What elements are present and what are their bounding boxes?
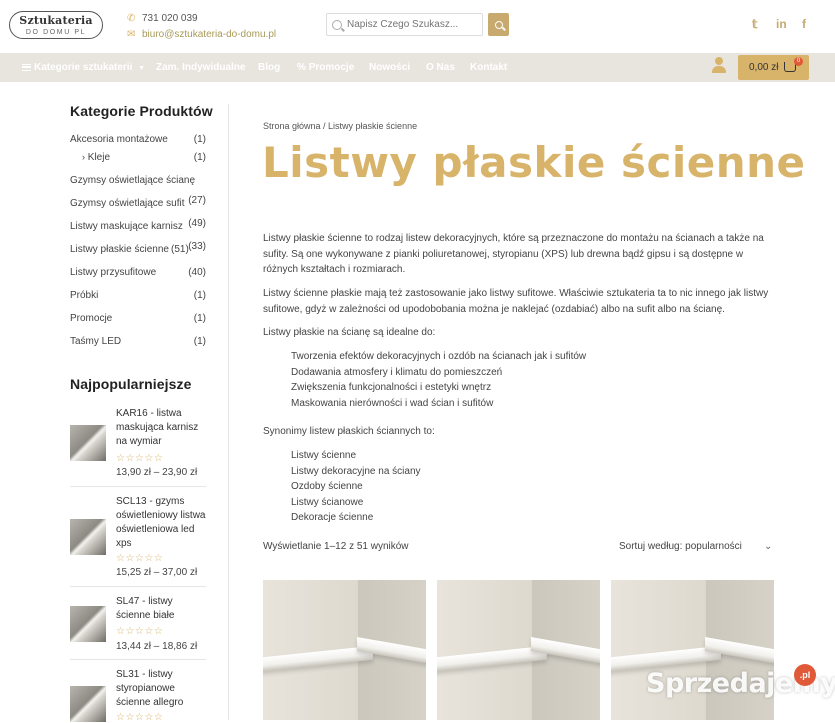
chevron-down-icon: ▼ (138, 65, 146, 72)
cart-total: 0,00 zł (749, 62, 779, 73)
logo-subtext: DO DOMU PL (25, 29, 87, 36)
nav-contact[interactable]: Kontakt (470, 53, 507, 82)
list-item: Dekoracje ścienne (291, 512, 374, 523)
envelope-icon: ✉ (127, 29, 136, 40)
nav-about[interactable]: O Nas (426, 53, 455, 82)
phone-icon: ✆ (127, 13, 136, 24)
sort-select[interactable]: Sortuj według: popularności (619, 541, 742, 552)
email-row[interactable]: ✉ biuro@sztukateria-do-domu.pl (127, 27, 276, 43)
product-thumbnail[interactable] (70, 519, 106, 555)
nav-categories[interactable]: Kategorie sztukaterii ▼ (22, 53, 145, 82)
list-item: Zwiększenia funkcjonalności i estetyki w… (291, 382, 492, 393)
email-address: biuro@sztukateria-do-domu.pl (142, 29, 277, 40)
search-box (326, 13, 483, 36)
list-item: Ozdoby ścienne (291, 481, 363, 492)
sidebar-divider (228, 104, 229, 720)
description-paragraph: Listwy płaskie na ścianę są idealne do: (263, 327, 436, 338)
rating-stars: ☆☆☆☆☆ (116, 712, 164, 723)
category-item[interactable]: Gzymsy oświetlające ścianę (70, 175, 206, 186)
category-item[interactable]: Listwy maskujące karnisz (49) (70, 218, 206, 232)
search-input[interactable] (347, 19, 477, 30)
product-title-link[interactable]: SL47 - listwy ścienne białe (116, 595, 208, 623)
breadcrumb[interactable]: Strona główna / Listwy płaskie ścienne (263, 121, 417, 131)
product-price: 13,44 zł – 18,86 zł (116, 641, 198, 652)
product-thumbnail[interactable] (70, 686, 106, 722)
search-submit-icon (494, 20, 503, 29)
cart-button[interactable]: 0,00 zł 0 (738, 55, 809, 80)
product-title-link[interactable]: SL31 - listwy styropianowe ścienne alleg… (116, 668, 208, 710)
description-paragraph: Listwy ścienne płaskie mają też zastosow… (263, 288, 769, 315)
chevron-down-icon[interactable]: ⌄ (764, 541, 772, 552)
nav-new[interactable]: Nowości (369, 53, 410, 82)
product-thumbnail[interactable] (70, 425, 106, 461)
top-header: Sztukateria DO DOMU PL ✆ 731 020 039 ✉ b… (0, 0, 835, 53)
nav-custom-orders[interactable]: Zam. Indywidualne (156, 53, 245, 82)
popular-heading: Najpopularniejsze (70, 376, 192, 392)
watermark-badge: .pl (794, 664, 816, 686)
category-item-active[interactable]: Listwy płaskie ścienne (51) (33) (70, 241, 206, 255)
linkedin-icon[interactable]: in (776, 17, 787, 31)
category-item[interactable]: Gzymsy oświetlające sufit (27) (70, 195, 206, 209)
description-paragraph: Listwy płaskie ścienne to rodzaj listew … (263, 233, 764, 275)
twitter-icon[interactable]: 𝕥 (752, 17, 758, 31)
rating-stars: ☆☆☆☆☆ (116, 626, 164, 637)
category-item[interactable]: Taśmy LED (1) (70, 336, 206, 347)
logo-text: Sztukateria (19, 14, 93, 27)
divider (70, 486, 206, 487)
list-item: Dodawania atmosfery i klimatu do pomiesz… (291, 366, 503, 378)
percent-icon: % (297, 62, 306, 73)
categories-heading: Kategorie Produktów (70, 103, 213, 119)
site-logo[interactable]: Sztukateria DO DOMU PL (9, 11, 103, 39)
product-card-image[interactable] (263, 580, 426, 720)
category-item[interactable]: Próbki (1) (70, 290, 206, 301)
product-title-link[interactable]: KAR16 - listwa maskująca karnisz na wymi… (116, 407, 208, 449)
nav-blog[interactable]: Blog (258, 53, 280, 82)
main-nav: Kategorie sztukaterii ▼ Zam. Indywidualn… (0, 53, 835, 82)
category-item[interactable]: Akcesoria montażowe (1) (70, 134, 206, 145)
search-icon (332, 19, 342, 30)
synonym-list: Listwy ścienne Listwy dekoracyjne na ści… (291, 448, 771, 526)
product-title-link[interactable]: SCL13 - gzyms oświetleniowy listwa oświe… (116, 495, 208, 551)
rating-stars: ☆☆☆☆☆ (116, 553, 164, 564)
phone-row[interactable]: ✆ 731 020 039 (127, 11, 276, 27)
account-icon[interactable] (711, 57, 727, 74)
nav-promotions-label: Promocje (308, 62, 355, 73)
category-item[interactable]: Listwy przysufitowe (40) (70, 267, 206, 278)
description-paragraph: Synonimy listew płaskich ściannych to: (263, 426, 435, 437)
product-price: 13,90 zł – 23,90 zł (116, 467, 198, 478)
page-title: Listwy płaskie ścienne (262, 138, 806, 187)
product-thumbnail[interactable] (70, 606, 106, 642)
facebook-icon[interactable]: f (802, 17, 806, 31)
cart-count-badge: 0 (794, 57, 803, 66)
product-card-image[interactable] (437, 580, 600, 720)
contact-info: ✆ 731 020 039 ✉ biuro@sztukateria-do-dom… (127, 11, 276, 43)
category-item[interactable]: Promocje (1) (70, 313, 206, 324)
search-button[interactable] (488, 13, 509, 36)
product-card-image[interactable] (611, 580, 774, 720)
list-item: Listwy ścienne (291, 450, 357, 461)
category-item-sub[interactable]: › Kleje (1) (82, 152, 206, 163)
use-list: Tworzenia efektów dekoracyjnych i ozdób … (291, 349, 771, 411)
list-item: Listwy dekoracyjne na ściany (291, 465, 421, 477)
chevron-right-icon: › (82, 152, 85, 162)
nav-categories-label: Kategorie sztukaterii (34, 62, 133, 73)
product-price: 15,25 zł – 37,00 zł (116, 567, 198, 578)
divider (70, 659, 206, 660)
list-item: Tworzenia efektów dekoracyjnych i ozdób … (291, 351, 587, 362)
category-count-extra: (33) (188, 241, 206, 252)
category-count: (51) (171, 244, 189, 255)
divider (70, 586, 206, 587)
result-count: Wyświetlanie 1–12 z 51 wyników (263, 541, 409, 552)
menu-icon (22, 63, 31, 71)
phone-number: 731 020 039 (142, 13, 198, 24)
nav-promotions[interactable]: % Promocje (297, 53, 354, 82)
list-item: Listwy ścianowe (291, 496, 364, 508)
list-item: Maskowania nierówności i wad ścian i suf… (291, 397, 494, 409)
rating-stars: ☆☆☆☆☆ (116, 453, 164, 464)
